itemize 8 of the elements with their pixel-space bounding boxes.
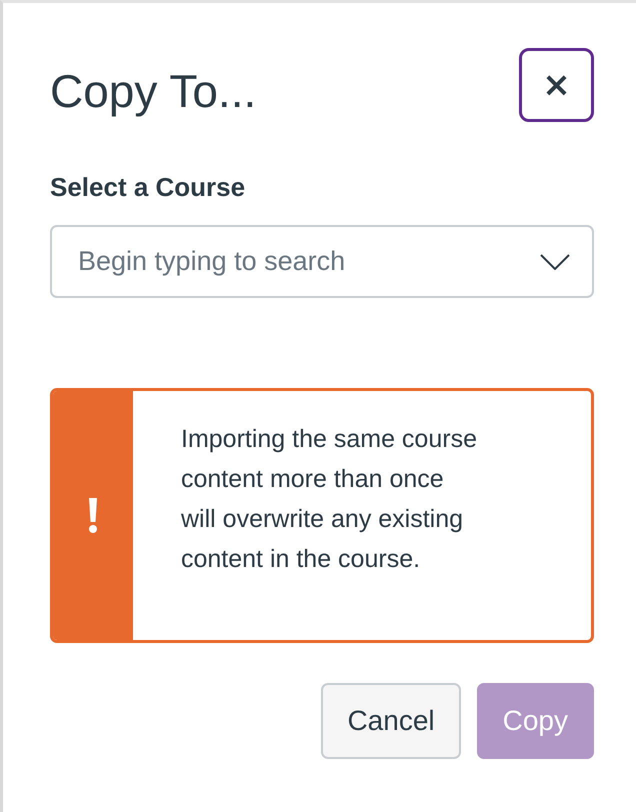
close-button[interactable]: × — [519, 48, 594, 122]
dialog-title: Copy To... — [50, 64, 256, 118]
chevron-down-icon — [540, 254, 570, 270]
exclamation-icon — [88, 498, 98, 534]
alert-message: Importing the same course content more than once will overwrite any existing content in the course. — [180, 424, 478, 575]
course-search-field[interactable]: Begin typing to search — [50, 225, 594, 298]
field-label: Select a Course — [50, 172, 246, 203]
cancel-button[interactable]: Cancel — [321, 683, 461, 759]
